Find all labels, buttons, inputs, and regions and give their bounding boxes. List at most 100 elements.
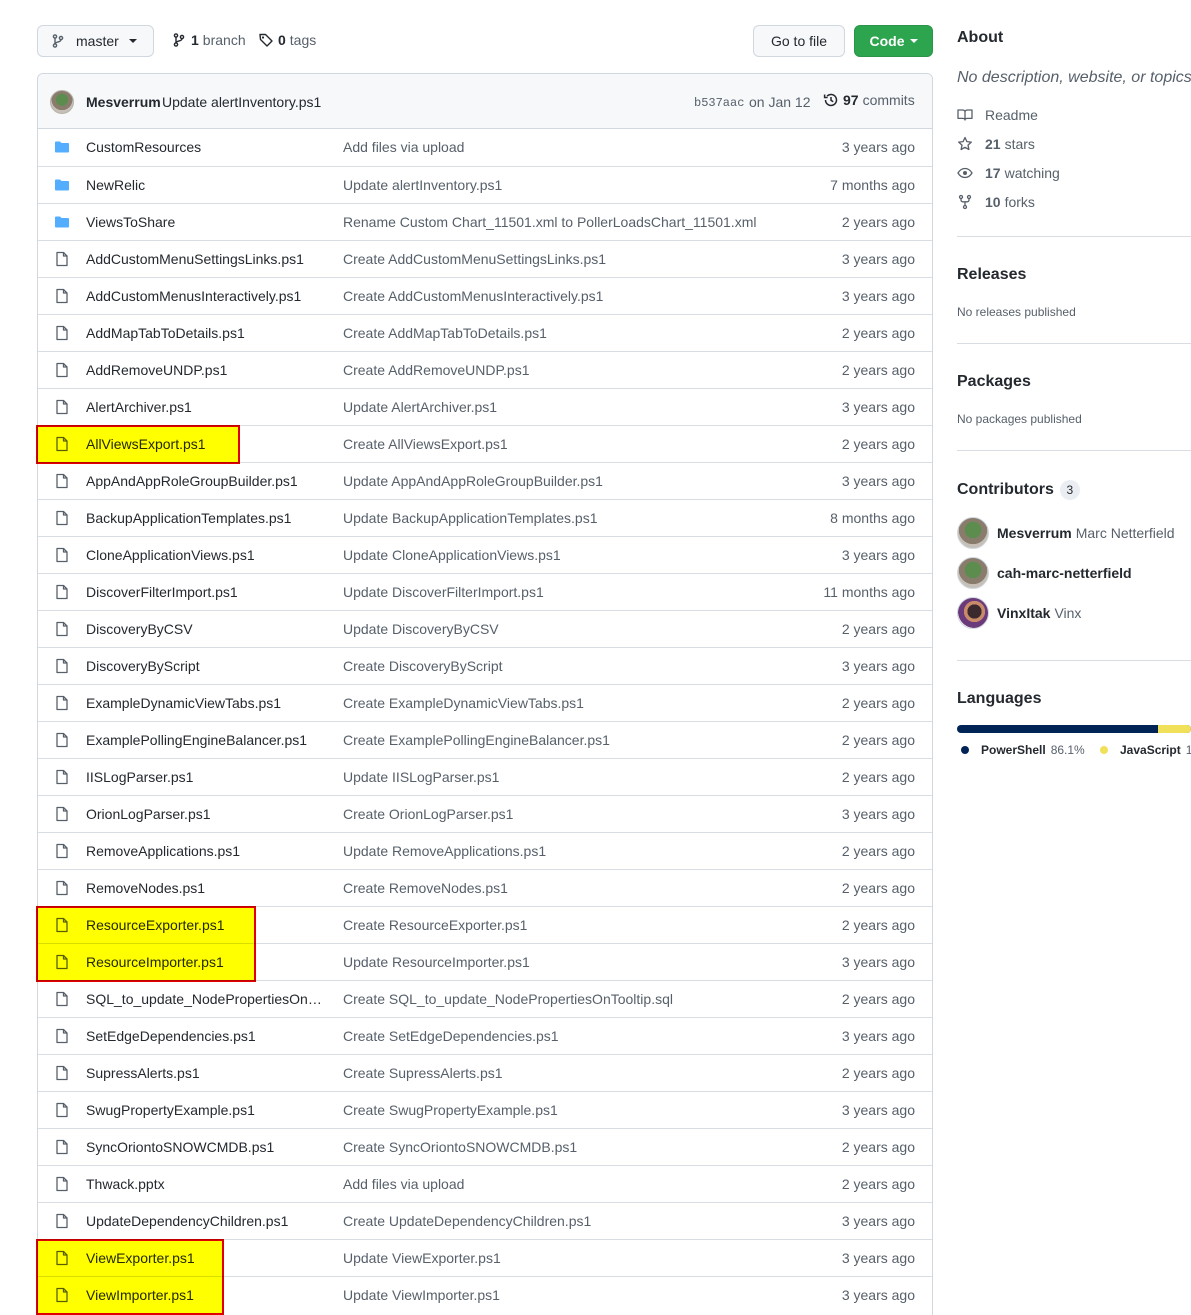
file-row[interactable]: SyncOriontoSNOWCMDB.ps1 Create SyncOriont… (38, 1128, 932, 1165)
file-commit-message[interactable]: Update AlertArchiver.ps1 (343, 399, 497, 415)
file-row[interactable]: DiscoveryByCSV Update DiscoveryByCSV 2 yea… (38, 610, 932, 647)
contributor-item[interactable]: Mesverrum Marc Netterfield (957, 517, 1175, 549)
file-name-link[interactable]: SyncOriontoSNOWCMDB.ps1 (86, 1139, 274, 1155)
file-row[interactable]: OrionLogParser.ps1 Create OrionLogParser.… (38, 795, 932, 832)
stars-link[interactable]: 21 stars (957, 136, 1035, 152)
file-commit-message[interactable]: Create AddRemoveUNDP.ps1 (343, 362, 530, 378)
file-commit-message[interactable]: Create SwugPropertyExample.ps1 (343, 1102, 558, 1118)
avatar[interactable] (957, 557, 989, 589)
commit-author[interactable]: Mesverrum (86, 94, 161, 110)
file-commit-message[interactable]: Update ViewImporter.ps1 (343, 1287, 500, 1303)
file-name-link[interactable]: CustomResources (86, 139, 201, 155)
file-row[interactable]: UpdateDependencyChildren.ps1 Create Updat… (38, 1202, 932, 1239)
file-name-link[interactable]: AlertArchiver.ps1 (86, 399, 192, 415)
file-name-link[interactable]: OrionLogParser.ps1 (86, 806, 211, 822)
readme-link[interactable]: Readme (957, 107, 1038, 123)
avatar[interactable] (50, 90, 74, 114)
file-row[interactable]: RemoveApplications.ps1 Update RemoveAppli… (38, 832, 932, 869)
avatar[interactable] (957, 517, 989, 549)
file-name-link[interactable]: IISLogParser.ps1 (86, 769, 193, 785)
file-commit-message[interactable]: Create SupressAlerts.ps1 (343, 1065, 503, 1081)
file-name-link[interactable]: SwugPropertyExample.ps1 (86, 1102, 255, 1118)
file-commit-message[interactable]: Create AllViewsExport.ps1 (343, 436, 508, 452)
file-commit-message[interactable]: Create SetEdgeDependencies.ps1 (343, 1028, 559, 1044)
file-commit-message[interactable]: Create RemoveNodes.ps1 (343, 880, 508, 896)
watching-link[interactable]: 17 watching (957, 165, 1060, 181)
file-name-link[interactable]: Thwack.pptx (86, 1176, 165, 1192)
file-name-link[interactable]: SQL_to_update_NodePropertiesOnTo... (86, 991, 328, 1007)
file-name-link[interactable]: AddCustomMenuSettingsLinks.ps1 (86, 251, 304, 267)
file-name-link[interactable]: UpdateDependencyChildren.ps1 (86, 1213, 288, 1229)
file-commit-message[interactable]: Update CloneApplicationViews.ps1 (343, 547, 561, 563)
file-name-link[interactable]: SupressAlerts.ps1 (86, 1065, 200, 1081)
file-name-link[interactable]: ExampleDynamicViewTabs.ps1 (86, 695, 281, 711)
forks-link[interactable]: 10 forks (957, 194, 1035, 210)
file-row[interactable]: RemoveNodes.ps1 Create RemoveNodes.ps1 2 y… (38, 869, 932, 906)
file-commit-message[interactable]: Rename Custom Chart_11501.xml to PollerL… (343, 214, 756, 230)
file-commit-message[interactable]: Update DiscoverFilterImport.ps1 (343, 584, 544, 600)
commit-sha[interactable]: b537aac (694, 96, 744, 110)
file-name-link[interactable]: RemoveApplications.ps1 (86, 843, 240, 859)
file-row[interactable]: SwugPropertyExample.ps1 Create SwugProper… (38, 1091, 932, 1128)
file-row[interactable]: ExampleDynamicViewTabs.ps1 Create Example… (38, 684, 932, 721)
file-commit-message[interactable]: Update IISLogParser.ps1 (343, 769, 499, 785)
file-commit-message[interactable]: Update BackupApplicationTemplates.ps1 (343, 510, 598, 526)
file-row[interactable]: ExamplePollingEngineBalancer.ps1 Create E… (38, 721, 932, 758)
file-commit-message[interactable]: Create AddCustomMenusInteractively.ps1 (343, 288, 603, 304)
file-row[interactable]: AddRemoveUNDP.ps1 Create AddRemoveUNDP.ps… (38, 351, 932, 388)
file-row[interactable]: AppAndAppRoleGroupBuilder.ps1 Update AppA… (38, 462, 932, 499)
file-commit-message[interactable]: Update DiscoveryByCSV (343, 621, 499, 637)
language-item[interactable]: JavaScript 13 (1100, 743, 1191, 757)
file-commit-message[interactable]: Create ResourceExporter.ps1 (343, 917, 527, 933)
file-commit-message[interactable]: Update ResourceImporter.ps1 (343, 954, 530, 970)
file-commit-message[interactable]: Create SQL_to_update_NodePropertiesOnToo… (343, 991, 673, 1007)
file-row[interactable]: AddCustomMenuSettingsLinks.ps1 Create Add… (38, 240, 932, 277)
file-name-link[interactable]: BackupApplicationTemplates.ps1 (86, 510, 291, 526)
file-name-link[interactable]: SetEdgeDependencies.ps1 (86, 1028, 256, 1044)
code-button[interactable]: Code (854, 25, 933, 57)
file-commit-message[interactable]: Create OrionLogParser.ps1 (343, 806, 513, 822)
file-row[interactable]: SupressAlerts.ps1 Create SupressAlerts.ps… (38, 1054, 932, 1091)
file-row[interactable]: CustomResources Add files via upload 3 yea… (38, 129, 932, 166)
language-item[interactable]: PowerShell 86.1% (961, 743, 1085, 757)
contributor-item[interactable]: VinxItak Vinx (957, 597, 1081, 629)
file-commit-message[interactable]: Create DiscoveryByScript (343, 658, 503, 674)
contributor-item[interactable]: cah-marc-netterfield (957, 557, 1136, 589)
commit-message[interactable]: Update alertInventory.ps1 (162, 94, 321, 110)
contributors-title[interactable]: Contributors (957, 481, 1054, 498)
commits-link[interactable]: 97 commits (823, 92, 915, 108)
file-commit-message[interactable]: Create AddCustomMenuSettingsLinks.ps1 (343, 251, 606, 267)
tags-link[interactable]: 0 tags (258, 32, 316, 48)
file-commit-message[interactable]: Add files via upload (343, 1176, 464, 1192)
file-row[interactable]: IISLogParser.ps1 Update IISLogParser.ps1 2… (38, 758, 932, 795)
file-name-link[interactable]: NewRelic (86, 177, 145, 193)
file-name-link[interactable]: AppAndAppRoleGroupBuilder.ps1 (86, 473, 298, 489)
avatar[interactable] (957, 597, 989, 629)
file-commit-message[interactable]: Create SyncOriontoSNOWCMDB.ps1 (343, 1139, 577, 1155)
file-name-link[interactable]: RemoveNodes.ps1 (86, 880, 205, 896)
file-row[interactable]: SQL_to_update_NodePropertiesOnTo... Creat… (38, 980, 932, 1017)
releases-title[interactable]: Releases (957, 266, 1026, 284)
file-commit-message[interactable]: Create AddMapTabToDetails.ps1 (343, 325, 547, 341)
branch-select-button[interactable]: master (37, 25, 154, 57)
packages-title[interactable]: Packages (957, 373, 1031, 391)
file-name-link[interactable]: AddRemoveUNDP.ps1 (86, 362, 227, 378)
file-row[interactable]: AddMapTabToDetails.ps1 Create AddMapTabTo… (38, 314, 932, 351)
file-commit-message[interactable]: Create ExampleDynamicViewTabs.ps1 (343, 695, 584, 711)
file-commit-message[interactable]: Update ViewExporter.ps1 (343, 1250, 501, 1266)
file-name-link[interactable]: AddMapTabToDetails.ps1 (86, 325, 245, 341)
file-row[interactable]: DiscoverFilterImport.ps1 Update DiscoverF… (38, 573, 932, 610)
branches-link[interactable]: 1 branch (171, 32, 246, 48)
file-row[interactable]: CloneApplicationViews.ps1 Update CloneApp… (38, 536, 932, 573)
file-name-link[interactable]: DiscoverFilterImport.ps1 (86, 584, 238, 600)
file-commit-message[interactable]: Create ExamplePollingEngineBalancer.ps1 (343, 732, 610, 748)
file-name-link[interactable]: CloneApplicationViews.ps1 (86, 547, 255, 563)
file-row[interactable]: AddCustomMenusInteractively.ps1 Create Ad… (38, 277, 932, 314)
go-to-file-button[interactable]: Go to file (753, 25, 845, 57)
file-row[interactable]: BackupApplicationTemplates.ps1 Update Bac… (38, 499, 932, 536)
file-commit-message[interactable]: Create UpdateDependencyChildren.ps1 (343, 1213, 591, 1229)
file-name-link[interactable]: DiscoveryByScript (86, 658, 200, 674)
file-row[interactable]: SetEdgeDependencies.ps1 Create SetEdgeDep… (38, 1017, 932, 1054)
file-commit-message[interactable]: Update RemoveApplications.ps1 (343, 843, 546, 859)
file-row[interactable]: ViewsToShare Rename Custom Chart_11501.xm… (38, 203, 932, 240)
